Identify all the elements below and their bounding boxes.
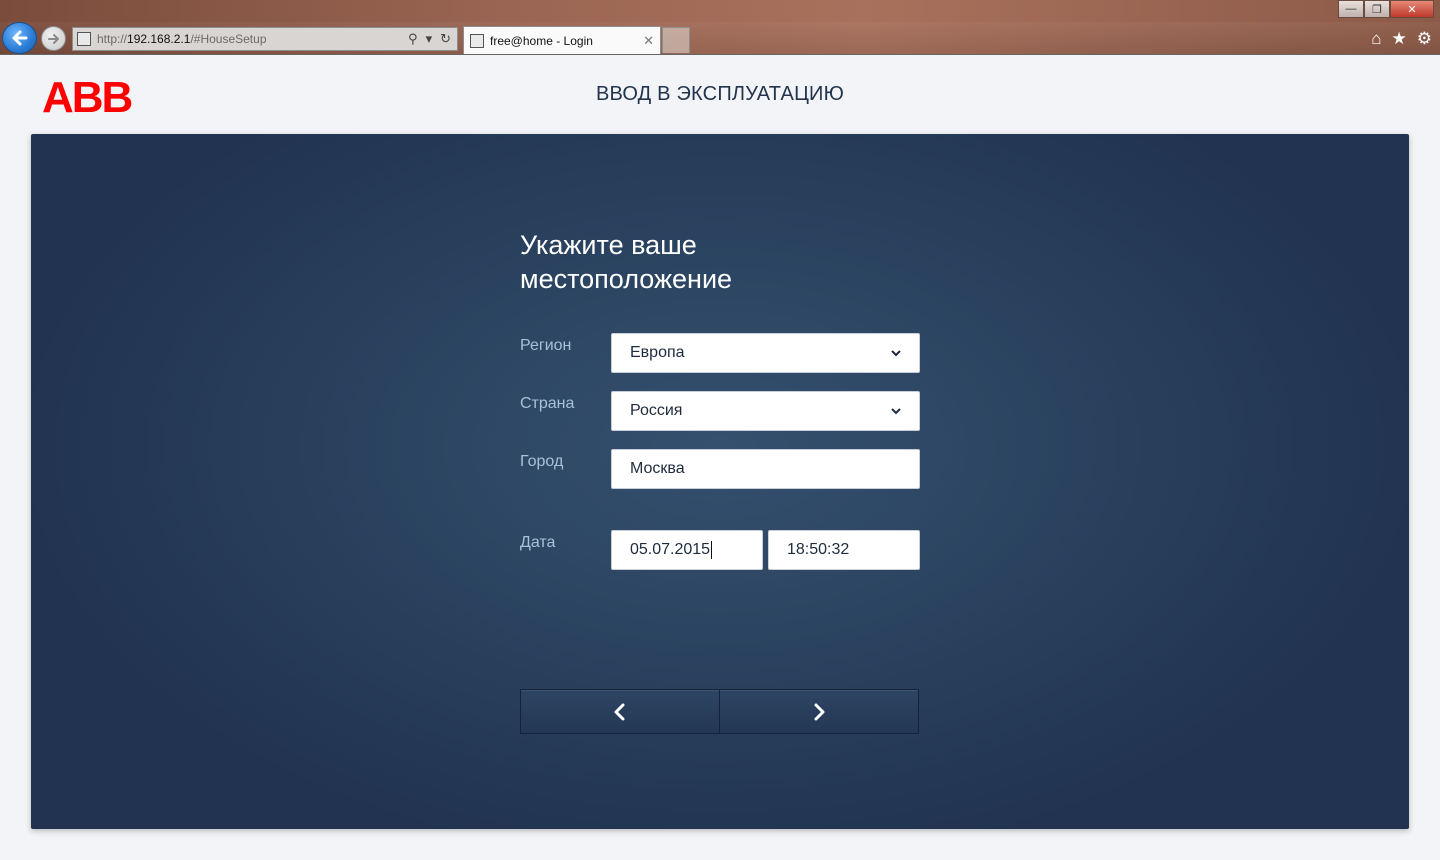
back-button[interactable] [2,22,37,54]
dropdown-icon[interactable]: ▾ [426,31,433,47]
text-cursor [711,541,713,559]
page-title: ВВОД В ЭКСПЛУАТАЦИЮ [595,83,845,105]
region-label: Регион [520,337,572,354]
chevron-down-icon [891,408,901,415]
home-icon[interactable]: ⌂ [1371,29,1381,49]
maximize-icon[interactable]: ❐ [1364,0,1390,18]
setup-panel: Укажите ваше местоположение Регион Европ… [31,134,1409,829]
arrow-right-icon [47,33,59,44]
city-value: Москва [630,460,685,477]
search-icon[interactable]: ⚲ [408,31,418,47]
form-heading-line2: местоположение [520,264,733,294]
chevron-down-icon [891,350,901,357]
browser-chrome: — ❐ ✕ http:// 192.168.2.1 /#HouseSetup ⚲… [0,0,1440,55]
city-label: Город [520,453,564,470]
country-value: Россия [630,402,683,419]
settings-gear-icon[interactable]: ⚙ [1417,29,1432,49]
browser-tools: ⌂ ★ ⚙ [1371,29,1432,49]
new-tab-button[interactable] [662,27,690,53]
tab-close-icon[interactable]: ✕ [643,33,654,49]
chevron-right-icon [814,703,825,720]
favorites-star-icon[interactable]: ★ [1392,29,1407,49]
minimize-icon[interactable]: — [1338,0,1364,18]
country-select[interactable]: Россия [611,391,920,431]
tab-title: free@home - Login [490,33,593,48]
page: ABB ВВОД В ЭКСПЛУАТАЦИЮ Укажите ваше мес… [0,56,1440,860]
forward-button[interactable] [41,26,66,51]
chevron-left-icon [614,703,625,720]
time-input[interactable]: 18:50:32 [768,530,920,570]
form-heading-line1: Укажите ваше [520,230,697,260]
tab-site-icon [470,33,484,48]
country-label: Страна [520,395,575,412]
url-path: /#HouseSetup [190,32,267,46]
site-icon [77,32,91,46]
close-icon[interactable]: ✕ [1390,0,1434,18]
date-value: 05.07.2015 [630,541,711,558]
time-value: 18:50:32 [787,541,850,558]
window-controls: — ❐ ✕ [1338,0,1434,18]
browser-tab[interactable]: free@home - Login ✕ [463,26,661,54]
wizard-navigation [520,689,919,734]
form-heading: Укажите ваше местоположение [520,228,880,296]
previous-button[interactable] [521,690,719,733]
region-value: Европа [630,344,685,361]
refresh-icon[interactable]: ↻ [440,31,451,47]
date-input[interactable]: 05.07.2015 [611,530,763,570]
next-button[interactable] [719,690,918,733]
url-prefix: http:// [97,32,128,46]
address-bar[interactable]: http:// 192.168.2.1 /#HouseSetup ⚲ ▾ ↻ [72,27,458,51]
city-input[interactable]: Москва [611,449,920,489]
arrow-left-icon [12,30,27,46]
region-select[interactable]: Европа [611,333,920,373]
date-label: Дата [520,534,556,551]
url-host: 192.168.2.1 [127,32,191,46]
